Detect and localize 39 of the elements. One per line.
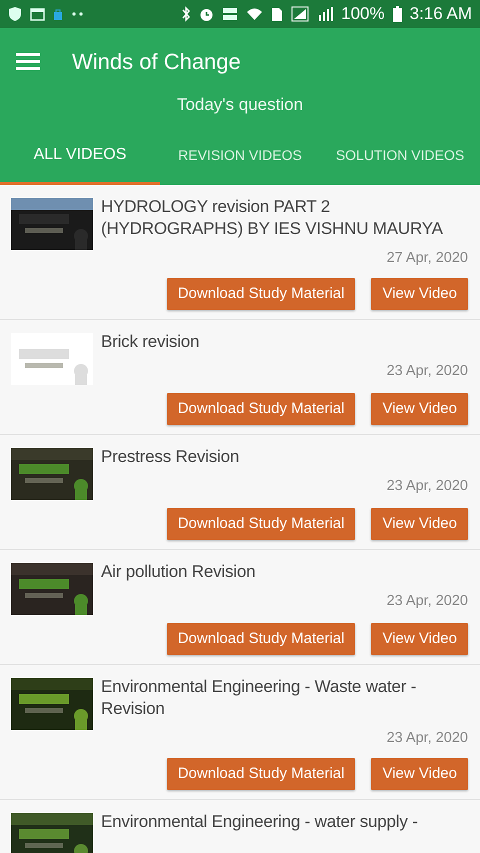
signal-icon — [317, 6, 334, 22]
subtitle[interactable]: Today's question — [176, 95, 304, 114]
view-video-button[interactable]: View Video — [371, 393, 468, 425]
wifi-icon — [246, 7, 264, 21]
signal-icon — [291, 6, 310, 22]
sim-icon — [271, 6, 284, 22]
menu-button[interactable] — [16, 52, 40, 70]
tab[interactable]: REVISION VIDEOS — [160, 128, 320, 185]
battery-icon — [392, 6, 402, 22]
view-video-button[interactable]: View Video — [371, 278, 468, 310]
download-button[interactable]: Download Study Material — [166, 508, 356, 540]
video-date: 23 Apr, 2020 — [386, 730, 468, 746]
video-date: 27 Apr, 2020 — [386, 250, 468, 266]
download-button[interactable]: Download Study Material — [166, 623, 356, 655]
video-title: Prestress Revision — [101, 446, 240, 468]
video-title: Environmental Engineering - Waste water - Revision — [101, 676, 418, 720]
alarm-icon — [199, 6, 214, 22]
view-video-button[interactable]: View Video — [371, 623, 468, 655]
video-date: 23 Apr, 2020 — [386, 593, 468, 609]
battery-level: 100% — [341, 3, 385, 26]
app-title: Winds of Change — [72, 48, 241, 76]
clock: 3:16 AM — [410, 3, 472, 26]
window-icon — [30, 8, 45, 20]
download-button[interactable]: Download Study Material — [166, 278, 356, 310]
bag-icon — [53, 8, 63, 20]
tab[interactable]: SOLUTION VIDEOS — [320, 128, 480, 185]
download-button[interactable]: Download Study Material — [166, 393, 356, 425]
video-title: Brick revision — [101, 331, 200, 353]
video-title: Environmental Engineering - water supply - — [101, 811, 419, 833]
view-video-button[interactable]: View Video — [371, 758, 468, 790]
video-date: 23 Apr, 2020 — [386, 478, 468, 494]
video-date: 23 Apr, 2020 — [386, 363, 468, 379]
video-title: Air pollution Revision — [101, 561, 256, 583]
shield-icon — [8, 6, 22, 22]
view-video-button[interactable]: View Video — [371, 508, 468, 540]
video-title: HYDROLOGY revision PART 2 (HYDROGRAPHS) BY IES VISHNU MAURYA — [101, 196, 444, 240]
download-button[interactable]: Download Study Material — [166, 758, 356, 790]
more-icon — [71, 11, 85, 17]
bluetooth-icon — [181, 6, 192, 22]
